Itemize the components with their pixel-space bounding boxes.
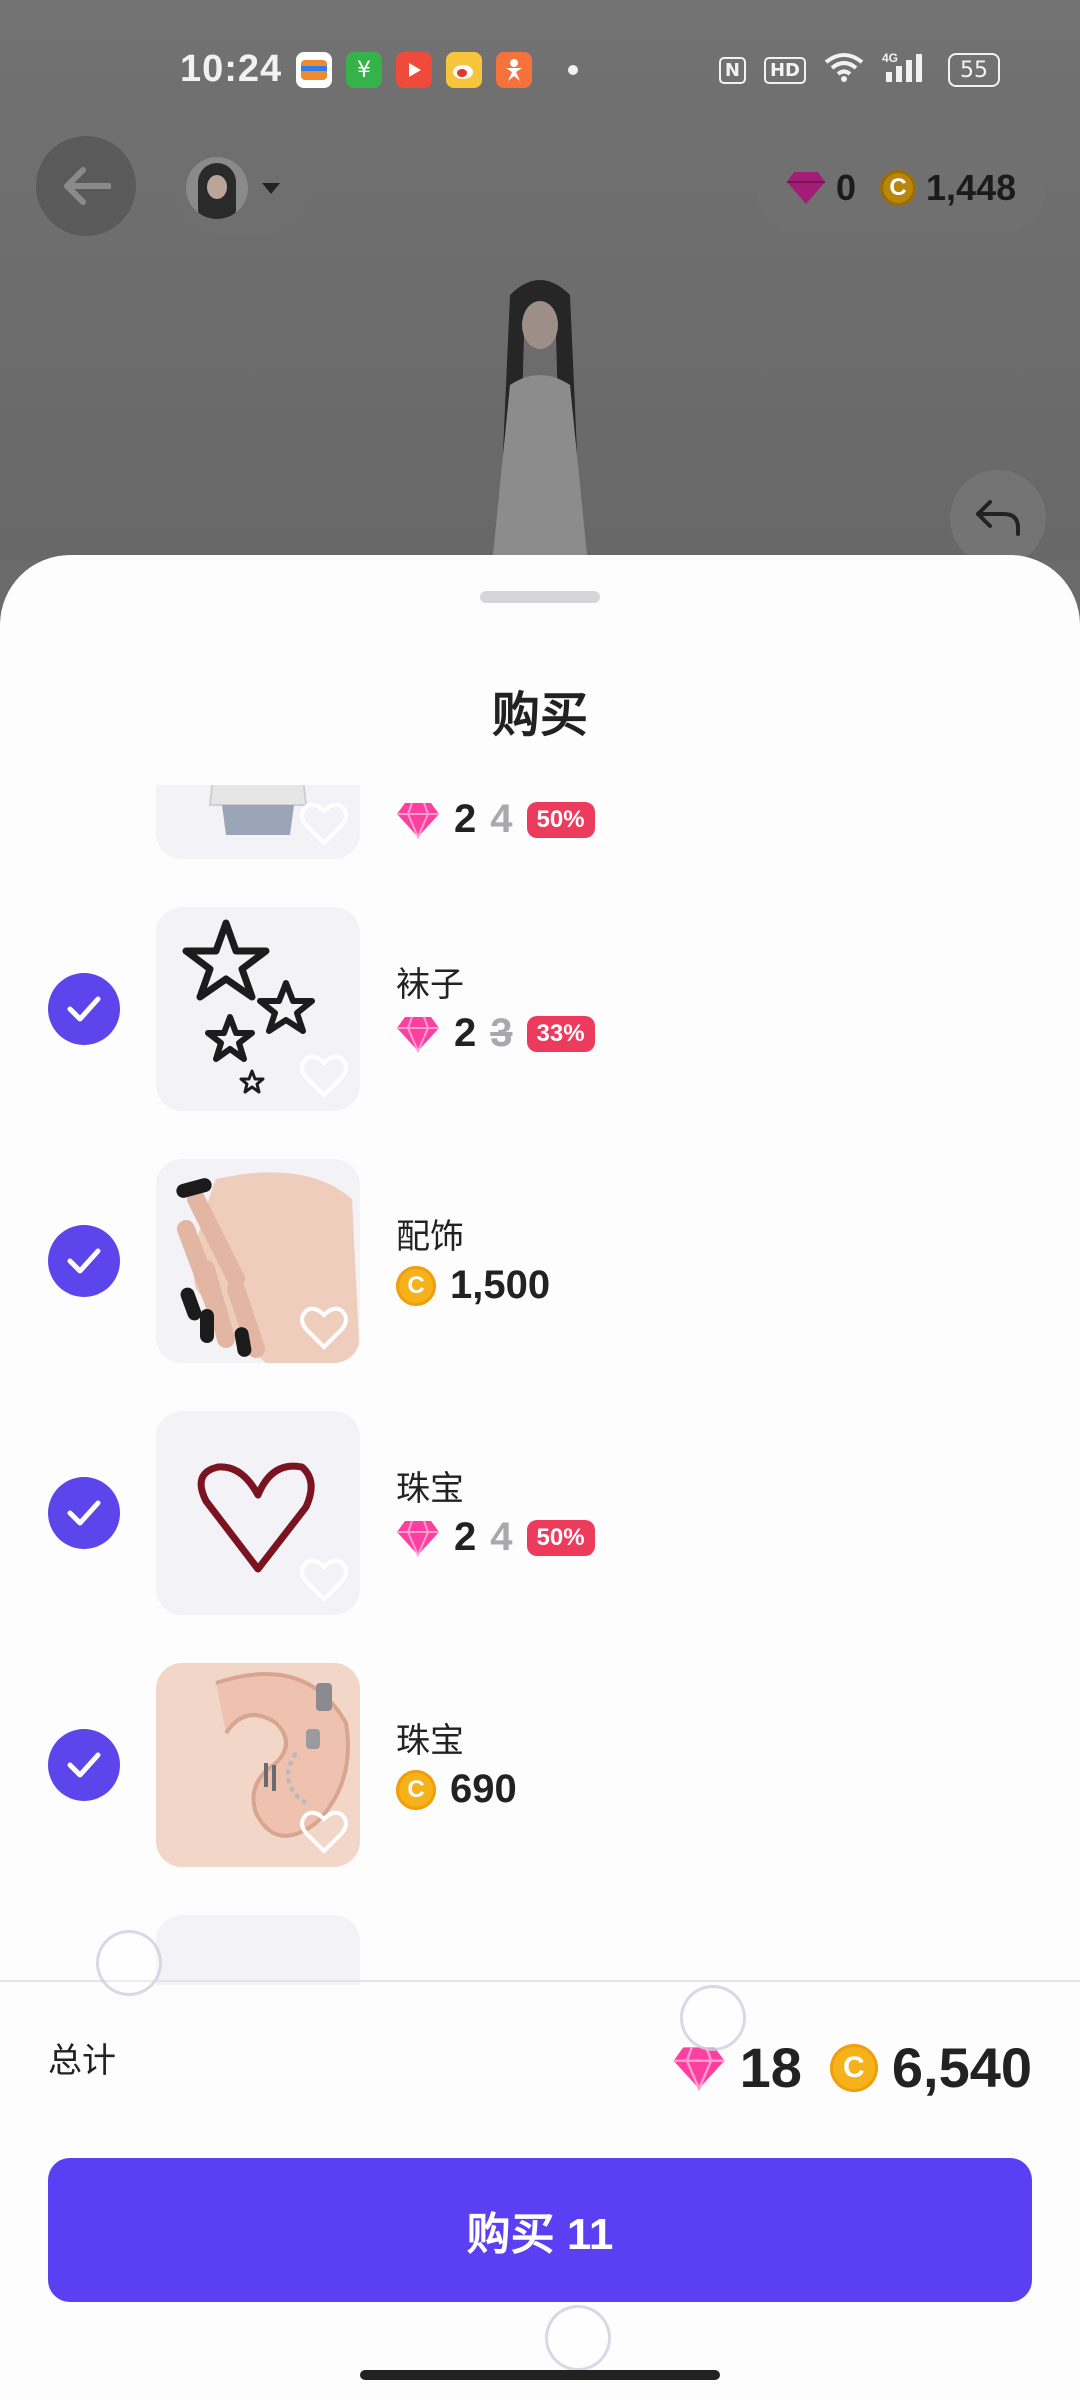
list-item[interactable]: 珠宝 C 690 — [0, 1663, 1080, 1869]
character-preview — [492, 280, 588, 565]
back-button[interactable] — [36, 136, 136, 236]
item-price: 690 — [450, 1767, 517, 1811]
touch-indicator — [545, 2305, 611, 2371]
chevron-down-icon — [262, 182, 280, 194]
checkmark-icon — [67, 1248, 101, 1274]
item-thumbnail — [156, 1915, 360, 1985]
coin-icon: C — [880, 170, 917, 206]
list-item[interactable]: 珠宝 2 4 50% — [0, 1411, 1080, 1617]
cellular-signal-icon: 4G — [882, 50, 930, 90]
gems-balance: 0 — [836, 167, 857, 208]
buy-button[interactable]: 购买 11 — [48, 2158, 1032, 2302]
item-price: 1,500 — [450, 1263, 551, 1307]
gem-icon — [787, 172, 825, 204]
gem-icon — [397, 1520, 439, 1557]
item-old-price: 4 — [490, 1515, 513, 1559]
item-price: 2 — [454, 1515, 477, 1559]
total-gems: 18 — [739, 2036, 802, 2099]
arrow-left-icon — [64, 167, 111, 205]
nfc-icon: N — [718, 56, 746, 84]
gem-icon — [397, 1016, 439, 1053]
item-thumbnail — [156, 1159, 360, 1363]
wifi-icon — [824, 52, 864, 88]
heart-icon[interactable] — [298, 1805, 350, 1857]
checkmark-icon — [67, 1500, 101, 1526]
purchase-item-list[interactable]: 2 4 50% 袜子 2 3 33% 配饰 C 1,500 珠宝 2 4 50%… — [0, 785, 1080, 1985]
home-gesture-bar[interactable] — [360, 2370, 720, 2380]
checkmark-icon — [67, 996, 101, 1022]
item-price-row: 2 4 50% — [396, 1515, 595, 1560]
item-thumbnail — [156, 785, 360, 859]
currency-balance[interactable]: 0 C 1,448 — [756, 144, 1046, 232]
touch-indicator — [96, 1930, 162, 1996]
status-time: 10:24 — [180, 48, 283, 90]
item-name: 珠宝 — [396, 1469, 464, 1509]
item-checkbox[interactable] — [48, 973, 120, 1045]
item-price-row: 2 4 50% — [396, 797, 595, 842]
heart-icon[interactable] — [298, 1553, 350, 1605]
item-price: 2 — [454, 1011, 477, 1055]
sheet-drag-handle[interactable] — [480, 591, 600, 603]
discount-badge: 50% — [526, 801, 595, 838]
wallet-app-icon — [296, 52, 332, 88]
item-old-price: 3 — [490, 1011, 513, 1055]
item-thumbnail — [156, 1411, 360, 1615]
gem-icon — [673, 2046, 724, 2091]
item-checkbox[interactable] — [48, 1477, 120, 1549]
system-icons: N HD 4G 55 — [718, 50, 1000, 90]
coin-icon: C — [396, 1769, 436, 1810]
coins-balance: 1,448 — [926, 167, 1017, 208]
status-bar: 10:24 ¥ N HD 4G 55 — [0, 0, 1080, 140]
fitness-app-icon — [496, 52, 532, 88]
notification-icons: ¥ — [296, 52, 578, 88]
item-checkbox[interactable] — [48, 1729, 120, 1801]
item-name: 配饰 — [396, 1217, 464, 1257]
sheet-title: 购买 — [491, 687, 588, 743]
item-name: 珠宝 — [396, 1721, 464, 1761]
discount-badge: 33% — [526, 1015, 595, 1052]
list-item[interactable] — [0, 1915, 1080, 1985]
total-label: 总计 — [48, 2041, 116, 2081]
footer-divider — [0, 1980, 1080, 1982]
gem-icon — [397, 802, 439, 839]
battery-indicator: 55 — [948, 53, 1000, 87]
item-name: 袜子 — [396, 965, 464, 1005]
heart-icon[interactable] — [298, 1049, 350, 1101]
list-item[interactable]: 袜子 2 3 33% — [0, 907, 1080, 1113]
item-price-row: C 690 — [396, 1767, 517, 1812]
item-price-row: 2 3 33% — [396, 1011, 595, 1056]
avatar-switcher[interactable] — [172, 142, 312, 234]
item-price-row: C 1,500 — [396, 1263, 550, 1308]
item-thumbnail — [156, 1663, 360, 1867]
heart-icon[interactable] — [298, 797, 350, 849]
item-old-price: 4 — [490, 797, 513, 841]
touch-indicator — [680, 1985, 746, 2051]
list-item[interactable]: 配饰 C 1,500 — [0, 1159, 1080, 1365]
coin-icon: C — [396, 1265, 436, 1306]
total-coins: 6,540 — [891, 2036, 1032, 2099]
avatar — [186, 157, 248, 219]
svg-text:4G: 4G — [882, 51, 898, 65]
item-price: 2 — [454, 797, 477, 841]
heart-icon[interactable] — [298, 1301, 350, 1353]
purchase-sheet: 购买 2 4 50% 袜子 2 3 33% 配饰 C 1,500 珠宝 2 4 … — [0, 555, 1080, 2400]
hd-icon: HD — [763, 56, 806, 84]
item-thumbnail — [156, 907, 360, 1111]
item-checkbox[interactable] — [48, 1225, 120, 1297]
weibo-app-icon — [446, 52, 482, 88]
list-item[interactable]: 2 4 50% — [0, 785, 1080, 861]
shopping-app-icon: ¥ — [346, 52, 382, 88]
undo-icon — [976, 500, 1020, 536]
coin-icon: C — [829, 2043, 878, 2092]
checkmark-icon — [67, 1752, 101, 1778]
undo-button[interactable] — [950, 470, 1046, 566]
video-app-icon — [396, 52, 432, 88]
more-notifications-dot — [568, 65, 578, 75]
discount-badge: 50% — [526, 1519, 595, 1556]
